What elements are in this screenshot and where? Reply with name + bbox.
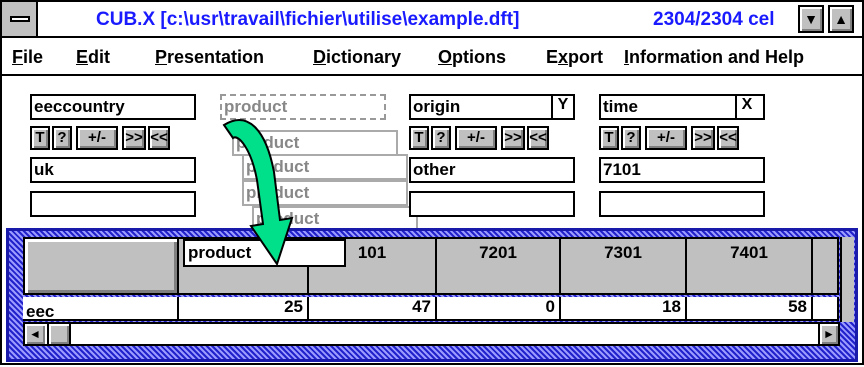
drag-arrow-icon <box>222 119 294 267</box>
app-window: CUB.X [c:\usr\travail\fichier\utilise\ex… <box>0 0 864 365</box>
drag-arrow-shape <box>222 119 294 267</box>
